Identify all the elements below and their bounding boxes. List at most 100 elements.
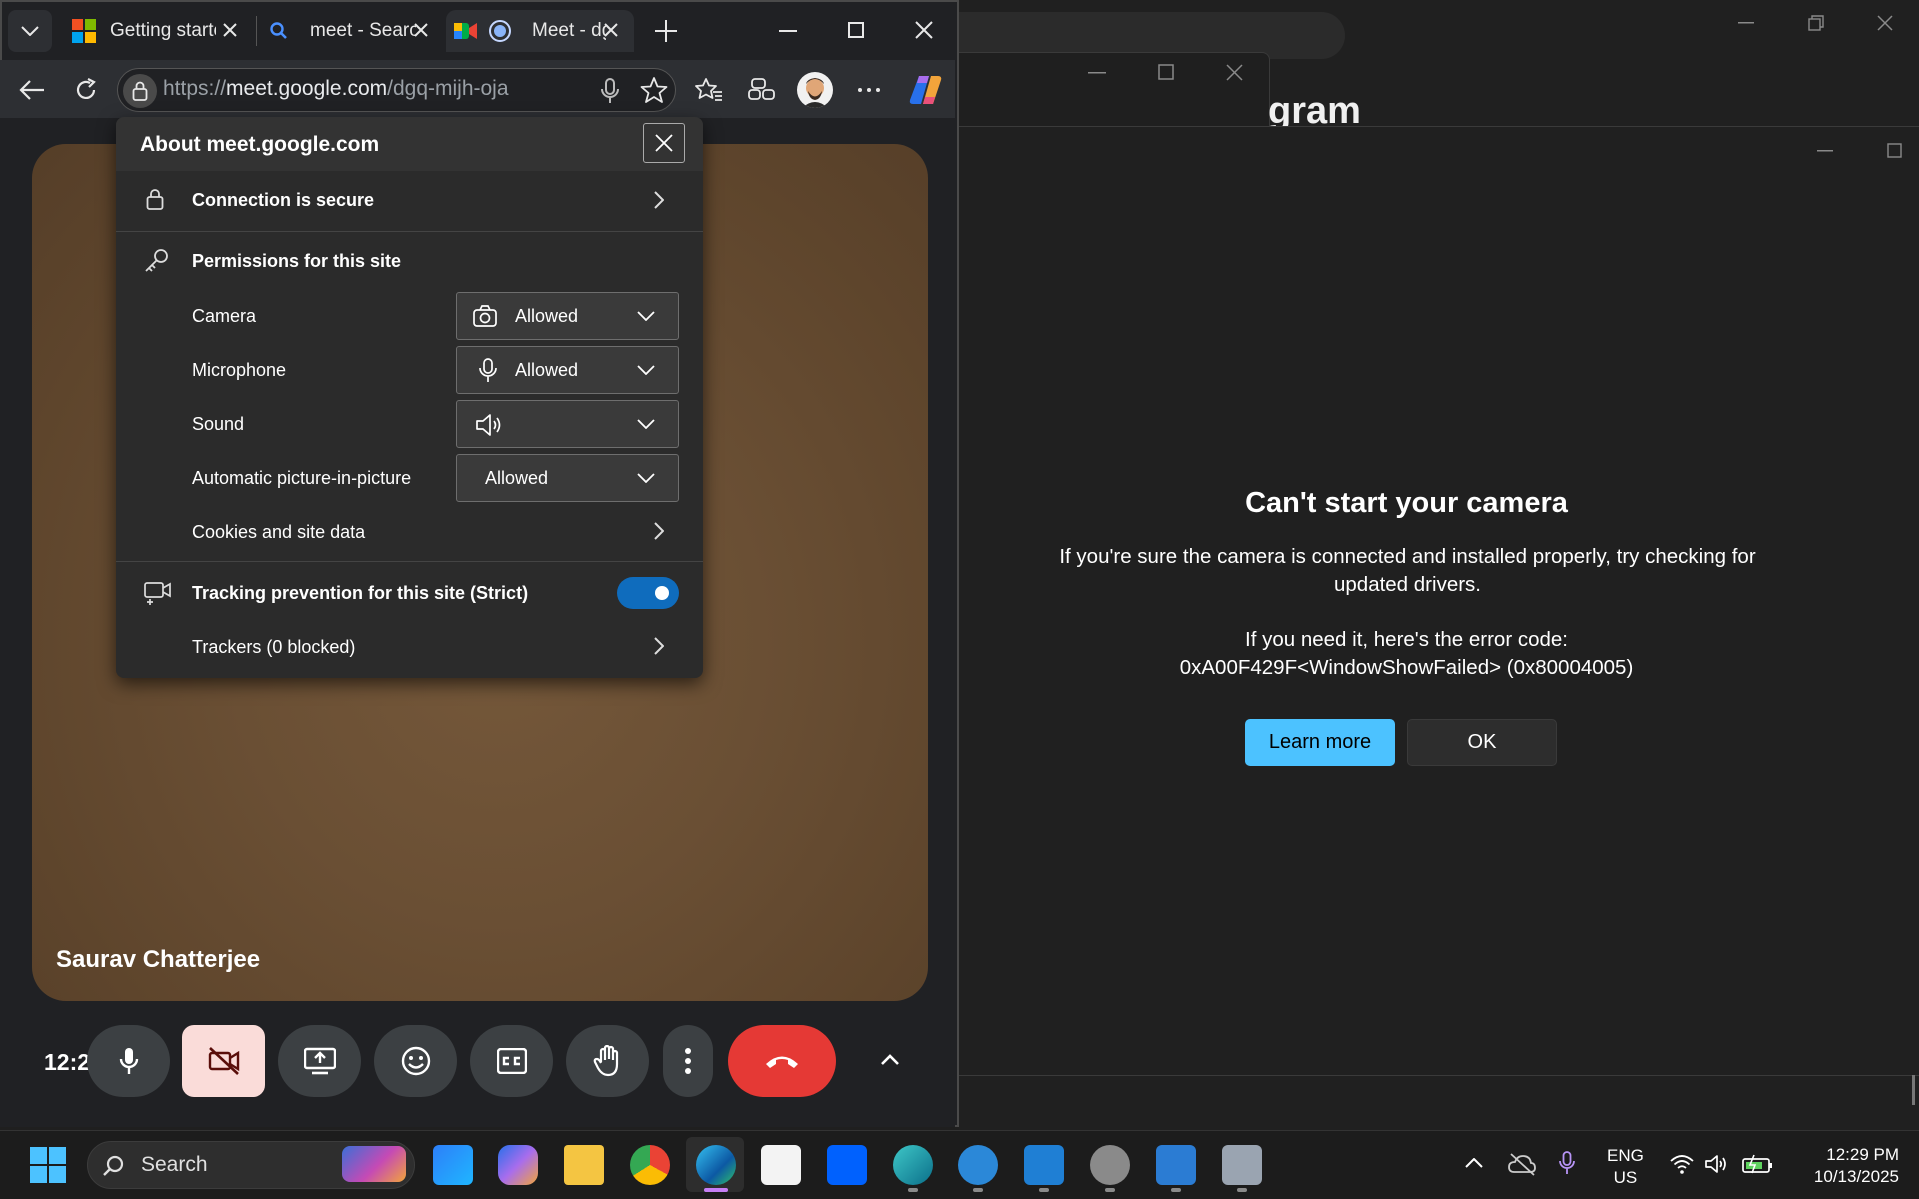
popup-title: About meet.google.com [140, 133, 380, 156]
refresh-icon[interactable] [74, 78, 98, 102]
camera-off-button[interactable] [182, 1025, 265, 1097]
back-arrow-icon[interactable] [19, 79, 45, 101]
chevron-up-icon[interactable] [880, 1054, 900, 1066]
url-text[interactable]: https://meet.google.com/dgq-mijh-oja [163, 77, 509, 101]
settings-gear-icon[interactable] [1090, 1145, 1130, 1185]
tab-actions-chevron-icon[interactable] [8, 10, 52, 52]
system-clock[interactable]: 12:29 PM 10/13/2025 [1774, 1144, 1899, 1188]
onedrive-offline-icon[interactable] [1508, 1152, 1536, 1176]
microphone-icon [479, 358, 497, 384]
tab-getting-started[interactable]: Getting started [62, 10, 248, 52]
wifi-icon[interactable] [1670, 1154, 1694, 1174]
mic-button[interactable] [87, 1025, 170, 1097]
microphone-permission-select[interactable]: Allowed [456, 346, 679, 394]
more-options-button[interactable] [663, 1025, 713, 1097]
error-code: 0xA00F429F<WindowShowFailed> (0x80004005… [1179, 656, 1634, 679]
connection-status: Connection is secure [192, 190, 375, 210]
close-icon[interactable] [414, 23, 428, 37]
close-icon[interactable] [604, 23, 618, 37]
minimize-icon[interactable] [1088, 72, 1106, 74]
chevron-right-icon[interactable] [654, 637, 664, 655]
edge-dev-icon[interactable] [893, 1145, 933, 1185]
chevron-up-icon[interactable] [1465, 1158, 1483, 1168]
captions-button[interactable] [470, 1025, 553, 1097]
camera-app-window [959, 126, 1919, 1076]
collections-icon[interactable] [748, 77, 776, 103]
windows-start-icon[interactable] [30, 1147, 66, 1183]
chrome-icon[interactable] [630, 1145, 670, 1185]
key-icon [144, 247, 170, 273]
get-help-icon[interactable] [958, 1145, 998, 1185]
tab-meet-active[interactable]: Meet - dgq-mijh-oja [446, 10, 634, 52]
minimize-icon[interactable] [1738, 22, 1754, 24]
close-icon[interactable] [915, 21, 933, 39]
search-icon [270, 22, 288, 40]
restore-icon[interactable] [1808, 15, 1824, 31]
scrollbar[interactable] [1912, 1075, 1915, 1105]
microphone-in-use-icon[interactable] [1559, 1151, 1575, 1175]
remote-desktop-icon[interactable] [1024, 1145, 1064, 1185]
learn-more-button[interactable]: Learn more [1245, 719, 1395, 766]
camera-permission-select[interactable]: Allowed [456, 292, 679, 340]
favorites-list-icon[interactable] [695, 77, 723, 103]
site-info-popup: About meet.google.com Connection is secu… [116, 117, 703, 678]
popup-close-button[interactable] [643, 123, 685, 163]
camera-app-icon[interactable] [1222, 1145, 1262, 1185]
search-highlight-illustration-icon [342, 1146, 406, 1182]
running-indicator [1039, 1188, 1049, 1192]
volume-icon[interactable] [1705, 1154, 1729, 1174]
lock-icon[interactable] [123, 74, 157, 108]
input-language-indicator[interactable]: ENG US [1607, 1145, 1644, 1189]
ok-button[interactable]: OK [1407, 719, 1557, 766]
maximize-icon[interactable] [1887, 143, 1902, 158]
more-options-icon[interactable] [858, 88, 880, 92]
running-indicator [908, 1188, 918, 1192]
tracking-prevention-toggle[interactable] [617, 577, 679, 609]
raise-hand-button[interactable] [566, 1025, 649, 1097]
dropdown-value: Allowed [485, 468, 549, 488]
background-small-window [959, 52, 1270, 126]
pip-permission-select[interactable]: Allowed [456, 454, 679, 502]
edge-icon[interactable] [696, 1145, 736, 1185]
permissions-heading: Permissions for this site [192, 251, 402, 271]
file-explorer-icon[interactable] [564, 1145, 604, 1185]
emoji-icon [401, 1046, 431, 1076]
favorite-star-icon[interactable] [640, 76, 668, 104]
tab-meet-search[interactable]: meet - Search [260, 10, 446, 52]
chevron-right-icon[interactable] [654, 191, 664, 209]
dropbox-icon[interactable] [827, 1145, 867, 1185]
meeting-clock: 12:2 [44, 1049, 91, 1075]
trackers-label: Trackers (0 blocked) [192, 637, 356, 657]
chevron-down-icon [637, 311, 655, 321]
maximize-icon[interactable] [848, 22, 864, 38]
profile-avatar[interactable] [797, 72, 833, 108]
permission-pip-label: Automatic picture-in-picture [192, 468, 412, 488]
tab-title: Getting started [110, 20, 216, 41]
copilot-icon[interactable] [909, 74, 943, 106]
teams-icon[interactable] [1156, 1145, 1196, 1185]
microsoft-store-icon[interactable] [761, 1145, 801, 1185]
permission-camera-label: Camera [192, 306, 257, 326]
tab-title: Meet - dgq-mijh-oja [532, 20, 606, 41]
cookies-label: Cookies and site data [192, 522, 366, 542]
active-app-indicator [704, 1188, 728, 1192]
sound-permission-select[interactable] [456, 400, 679, 448]
microphone-icon[interactable] [601, 78, 619, 104]
present-screen-button[interactable] [278, 1025, 361, 1097]
close-icon[interactable] [1226, 64, 1243, 81]
taskbar-search-placeholder: Search [141, 1153, 208, 1176]
copilot-icon[interactable] [498, 1145, 538, 1185]
close-icon[interactable] [1877, 15, 1893, 31]
minimize-icon[interactable] [1817, 150, 1833, 152]
close-icon[interactable] [223, 23, 237, 37]
maximize-icon[interactable] [1158, 64, 1174, 80]
battery-charging-icon[interactable] [1742, 1154, 1774, 1174]
ai-pre-app-icon[interactable] [433, 1145, 473, 1185]
leave-call-button[interactable] [728, 1025, 836, 1097]
chevron-right-icon[interactable] [654, 522, 664, 540]
participant-name: Saurav Chatterjee [56, 946, 261, 973]
new-tab-plus-icon[interactable] [654, 19, 678, 43]
dropdown-value: Allowed [515, 360, 579, 380]
reactions-button[interactable] [374, 1025, 457, 1097]
minimize-icon[interactable] [779, 30, 797, 32]
